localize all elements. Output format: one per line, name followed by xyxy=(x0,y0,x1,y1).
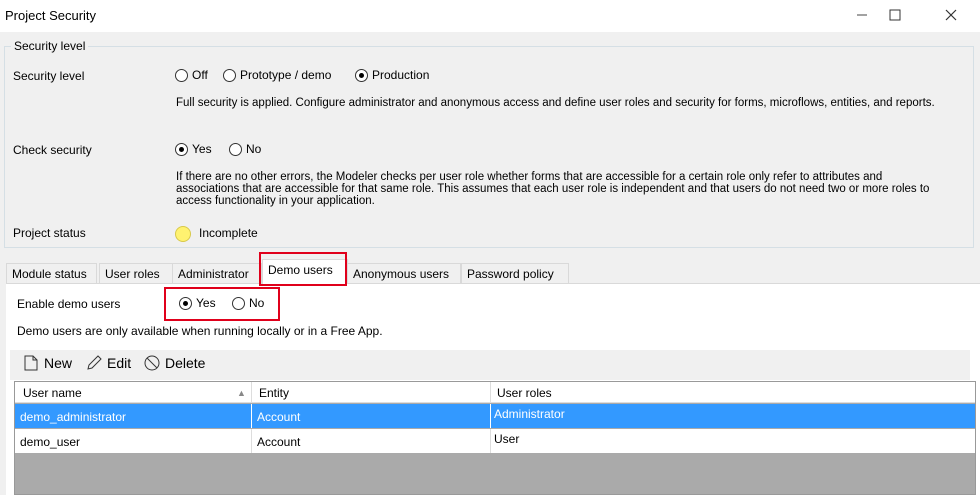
check-security-label: Check security xyxy=(13,143,92,157)
close-icon xyxy=(945,9,957,21)
table-row-selected[interactable]: demo_administrator Account Administrator xyxy=(15,404,975,428)
cell-user-roles: Administrator xyxy=(494,407,565,421)
radio-circle xyxy=(229,142,242,156)
tab-module-status[interactable]: Module status xyxy=(6,263,97,283)
project-status-label: Project status xyxy=(13,226,86,240)
cell-divider xyxy=(490,404,491,428)
new-file-icon xyxy=(24,355,38,371)
column-header-user-name[interactable]: User name xyxy=(23,386,82,400)
radio-production[interactable]: Production xyxy=(355,68,429,82)
radio-prototype[interactable]: Prototype / demo xyxy=(223,68,331,82)
radio-circle xyxy=(223,68,236,82)
delete-icon xyxy=(144,355,160,371)
column-header-entity[interactable]: Entity xyxy=(259,386,289,400)
title-bar: Project Security xyxy=(0,0,980,32)
security-level-label: Security level xyxy=(13,69,85,83)
pencil-icon xyxy=(87,355,102,370)
status-indicator-icon xyxy=(175,226,191,242)
tab-anonymous-users[interactable]: Anonymous users xyxy=(347,263,461,283)
edit-button[interactable]: Edit xyxy=(86,355,131,371)
enable-demo-users-label: Enable demo users xyxy=(17,297,121,311)
minimize-icon xyxy=(857,14,867,16)
security-level-description: Full security is applied. Configure admi… xyxy=(176,97,935,109)
column-header-user-roles[interactable]: User roles xyxy=(497,386,552,400)
cell-divider xyxy=(251,429,252,453)
column-divider[interactable] xyxy=(490,382,491,403)
tab-user-roles[interactable]: User roles xyxy=(99,263,173,283)
radio-circle-selected xyxy=(175,142,188,156)
radio-check-no[interactable]: No xyxy=(229,142,261,156)
new-button[interactable]: New xyxy=(24,355,72,371)
demo-users-table: User name ▲ Entity User roles demo_admin… xyxy=(14,381,976,495)
table-row[interactable]: demo_user Account User xyxy=(15,429,975,453)
window-title: Project Security xyxy=(5,8,97,23)
demo-users-tab-highlight xyxy=(259,252,347,286)
cell-user-name: demo_user xyxy=(20,435,81,449)
cell-user-roles: User xyxy=(494,432,520,446)
cell-divider xyxy=(251,404,252,428)
radio-circle xyxy=(175,68,188,82)
maximize-button[interactable] xyxy=(872,0,918,30)
toolbar: New Edit Delete xyxy=(10,350,970,380)
cell-entity: Account xyxy=(257,435,301,449)
radio-check-yes[interactable]: Yes xyxy=(175,142,212,156)
radio-circle-selected xyxy=(355,68,368,82)
tab-password-policy[interactable]: Password policy xyxy=(461,263,569,283)
tab-administrator[interactable]: Administrator xyxy=(172,263,262,283)
cell-user-name: demo_administrator xyxy=(20,410,127,424)
delete-button[interactable]: Delete xyxy=(144,355,205,371)
column-divider[interactable] xyxy=(251,382,252,403)
sort-ascending-icon: ▲ xyxy=(237,388,246,398)
table-header: User name ▲ Entity User roles xyxy=(15,382,975,403)
radio-off[interactable]: Off xyxy=(175,68,208,82)
group-title: Security level xyxy=(11,39,89,53)
security-level-group: Security level xyxy=(4,39,974,248)
cell-divider xyxy=(490,429,491,453)
project-status-value: Incomplete xyxy=(199,226,258,240)
enable-demo-users-highlight xyxy=(164,287,280,321)
demo-users-note: Demo users are only available when runni… xyxy=(17,324,383,338)
check-security-description: If there are no other errors, the Modele… xyxy=(176,171,930,207)
cell-entity: Account xyxy=(257,410,301,424)
close-button[interactable] xyxy=(928,0,974,30)
maximize-icon xyxy=(889,9,901,21)
